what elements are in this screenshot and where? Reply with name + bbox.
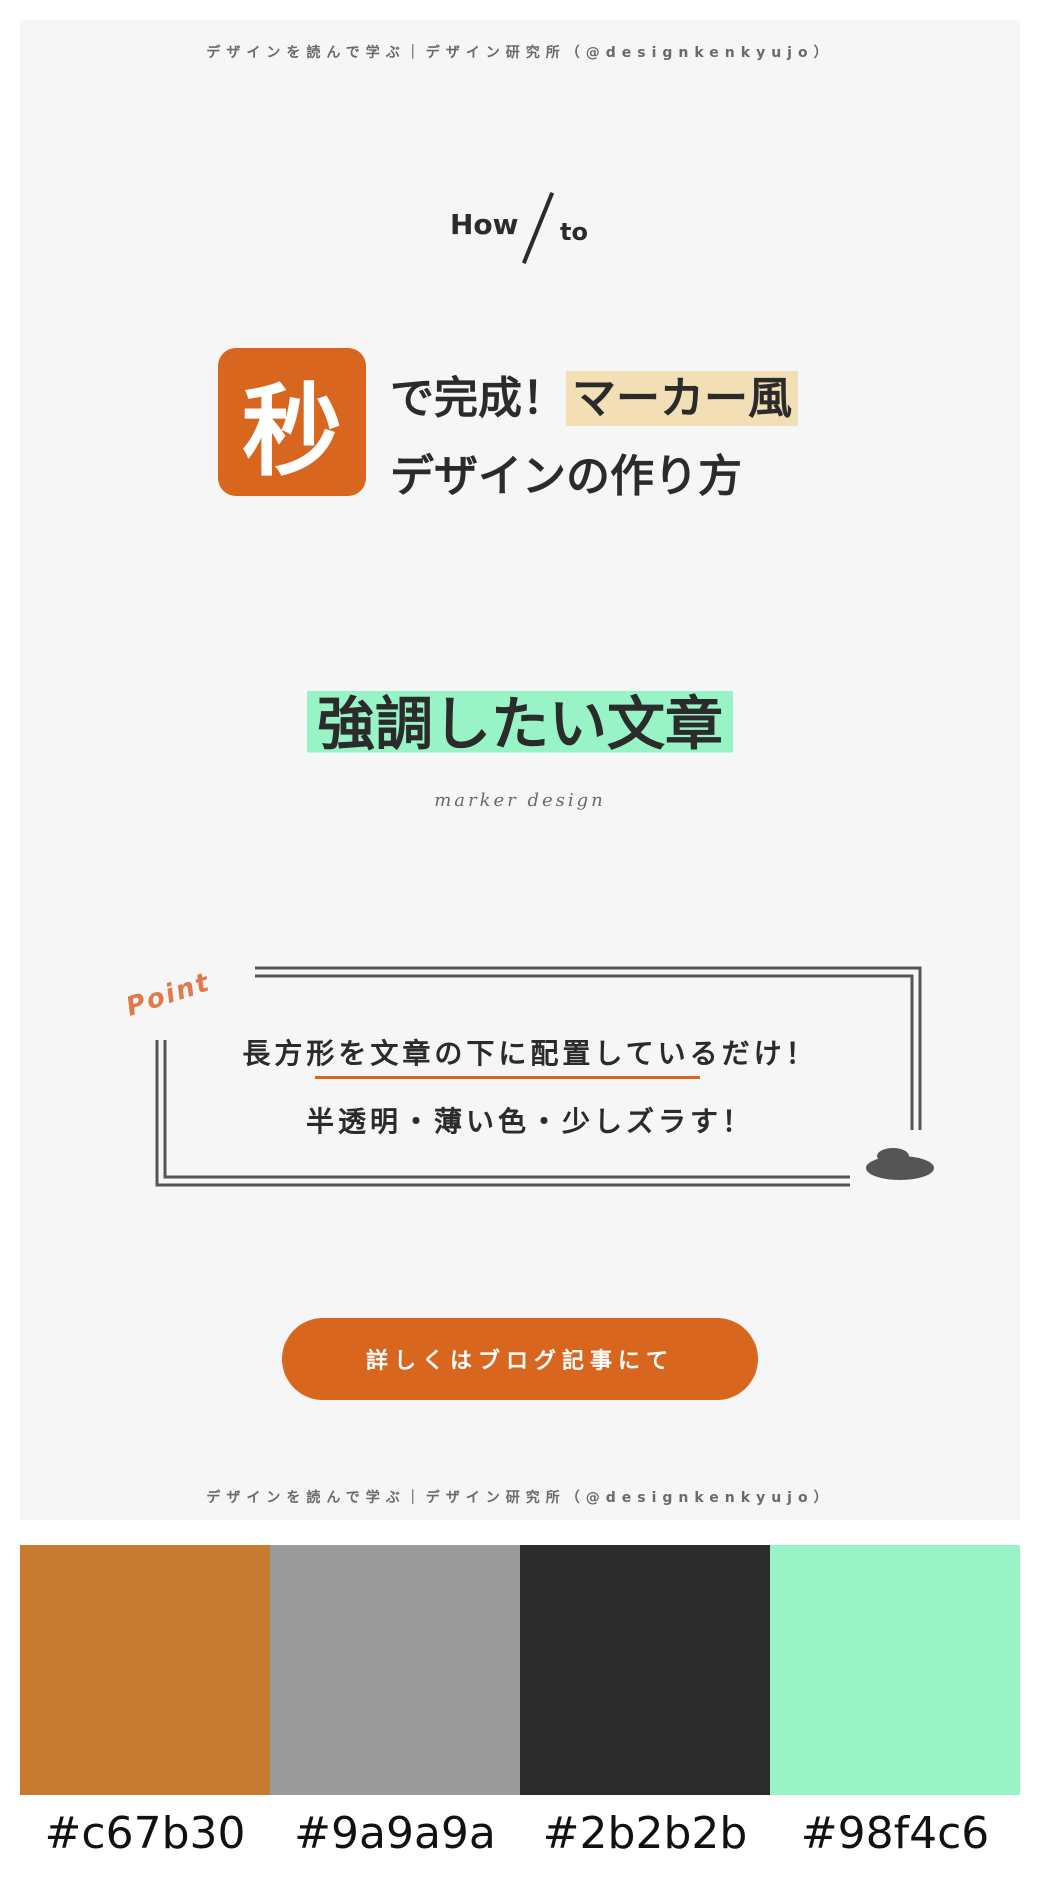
hex-label: #2b2b2b (542, 1808, 748, 1859)
swatch-dark (520, 1545, 770, 1795)
tagline-top: デザインを読んで学ぶ｜デザイン研究所（@designkenkyujo） (206, 45, 834, 61)
tip-line-2: 半透明・薄い色・少しズラす！ (305, 1105, 754, 1138)
howto-slash (521, 192, 555, 264)
color-palette (20, 1545, 1020, 1795)
scribble-icon (866, 1148, 934, 1180)
palette-hex-labels: #c67b30 #9a9a9a #2b2b2b #98f4c6 (20, 1808, 1020, 1859)
point-box: Point 長方形を文章の下に配置しているだけ！ 半透明・薄い色・少しズラす！ (122, 940, 935, 1200)
blog-link-button[interactable]: 詳しくはブログ記事にて (282, 1318, 758, 1400)
swatch-mint (770, 1545, 1020, 1795)
title-line-2: デザインの作り方 (390, 451, 742, 502)
title-line-1: で完成！ マーカー風 (390, 362, 798, 426)
hex-label: #98f4c6 (800, 1808, 990, 1859)
howto-logo: How to (450, 180, 620, 270)
howto-to: to (560, 218, 588, 246)
design-card: デザインを読んで学ぶ｜デザイン研究所（@designkenkyujo） How … (20, 20, 1020, 1520)
seconds-badge: 秒 (218, 348, 366, 496)
swatch-gray (270, 1545, 520, 1795)
swatch-orange (20, 1545, 270, 1795)
sub-caption: marker design (434, 790, 606, 811)
title-highlight: マーカー風 (566, 371, 798, 426)
tip-line-1: 長方形を文章の下に配置しているだけ！ (242, 1037, 818, 1070)
tip-underline (315, 1076, 700, 1079)
main-phrase-wrap: 強調したい文章 (20, 675, 1020, 763)
hex-label: #c67b30 (44, 1808, 246, 1859)
howto-how: How (450, 208, 519, 241)
tagline-bottom: デザインを読んで学ぶ｜デザイン研究所（@designkenkyujo） (206, 1490, 834, 1506)
hex-label: #9a9a9a (294, 1808, 496, 1859)
title-prefix: で完成！ (390, 373, 566, 424)
main-phrase: 強調したい文章 (306, 675, 733, 763)
